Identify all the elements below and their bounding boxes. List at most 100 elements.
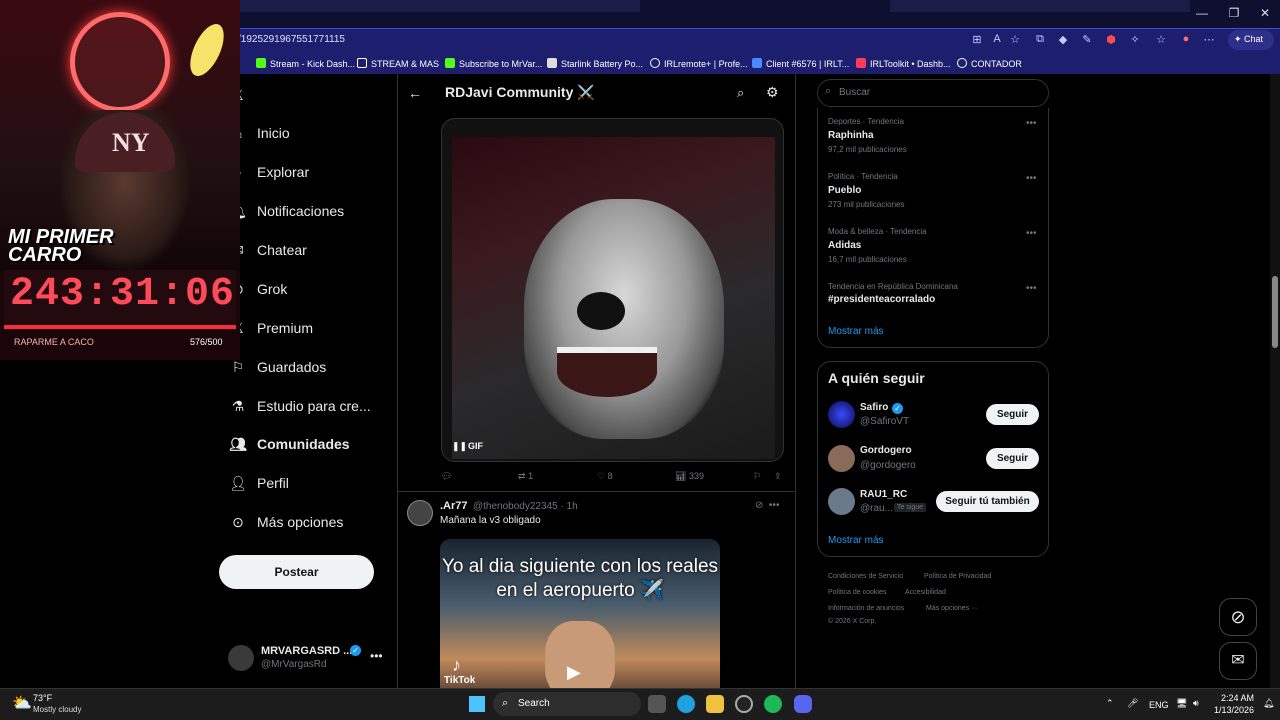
scrollbar-track[interactable] — [1270, 74, 1280, 688]
language-indicator[interactable]: ENG — [1149, 700, 1169, 710]
weather-cloud-icon[interactable]: ⛅ — [12, 693, 32, 713]
gear-icon[interactable]: ⚙ — [766, 84, 779, 101]
footer-link[interactable]: Información de anuncios — [828, 605, 904, 612]
trend-name[interactable]: Pueblo — [828, 185, 861, 196]
follow-handle[interactable]: @SafiroVT — [860, 416, 909, 427]
account-more-icon[interactable]: ••• — [370, 649, 383, 663]
weather-condition[interactable]: Mostly cloudy — [33, 705, 81, 714]
bookmark-item[interactable]: Client #6576 | IRLT... — [752, 58, 849, 69]
post-author-handle[interactable]: @thenobody22345 · 1h — [473, 501, 578, 512]
extensions-puzzle-icon[interactable]: ✧ — [1127, 33, 1143, 46]
nav-item-estudio[interactable]: ⚗ Estudio para cre... — [228, 398, 371, 415]
nav-item-comunidades[interactable]: 👥︎ Comunidades — [228, 436, 349, 453]
task-view-icon[interactable] — [648, 695, 666, 713]
favorites-icon[interactable]: ☆ — [1153, 33, 1169, 46]
favorite-star-icon[interactable]: ☆ — [1007, 33, 1023, 46]
profile-avatar-icon[interactable]: ● — [1178, 33, 1194, 45]
scrollbar-thumb[interactable] — [1272, 276, 1278, 348]
messages-floating-button[interactable]: ✉ — [1219, 642, 1257, 680]
trend-name[interactable]: #presidenteacorralado — [828, 294, 935, 305]
spotify-icon[interactable] — [764, 695, 782, 713]
footer-link[interactable]: Política de cookies — [828, 589, 886, 596]
address-bar[interactable] — [230, 28, 1280, 54]
footer-link[interactable]: Accesibilidad — [905, 589, 946, 596]
post-button[interactable]: Postear — [219, 555, 374, 589]
read-aloud-icon[interactable]: A — [989, 33, 1005, 45]
trend-name[interactable]: Raphinha — [828, 130, 874, 141]
close-window-button[interactable]: ✕ — [1250, 6, 1280, 20]
trend-more-icon[interactable]: ••• — [1026, 118, 1037, 129]
like-button[interactable]: ♡ 8 — [597, 471, 613, 482]
avatar[interactable] — [828, 445, 855, 472]
trend-more-icon[interactable]: ••• — [1026, 173, 1037, 184]
extension-diamond-icon[interactable]: ◆ — [1055, 33, 1071, 46]
footer-link[interactable]: Condiciones de Servicio — [828, 573, 903, 580]
post-more-icon[interactable]: ⊘ ••• — [755, 500, 779, 511]
nav-item-mas-opciones[interactable]: ⊙ Más opciones — [228, 514, 343, 531]
bookmark-post-button[interactable]: ⚐ — [753, 471, 761, 482]
post-gif-media[interactable] — [441, 118, 784, 462]
network-icon[interactable]: 🖥︎ — [1176, 698, 1187, 709]
extension-icon[interactable]: ⧉ — [1032, 33, 1048, 46]
obs-icon[interactable] — [735, 695, 753, 713]
follow-name[interactable]: RAU1_RC — [860, 489, 907, 500]
post-video-media[interactable]: Yo al dia siguiente con los reales en el… — [440, 539, 720, 689]
browser-menu-icon[interactable]: ⋯ — [1201, 33, 1217, 46]
follow-handle[interactable]: @rau... — [860, 503, 893, 514]
minimize-button[interactable]: — — [1187, 6, 1217, 20]
extension-pen-icon[interactable]: ✎ — [1079, 33, 1095, 46]
nav-item-perfil[interactable]: 👤︎ Perfil — [228, 475, 289, 492]
footer-link[interactable]: Más opciones ··· — [926, 605, 978, 612]
url-text[interactable]: /1925291967551771115 — [238, 34, 345, 45]
nav-item-guardados[interactable]: ⚐ Guardados — [228, 359, 327, 376]
bookmark-item[interactable]: Stream - Kick Dash... — [256, 58, 355, 69]
windows-start-icon[interactable] — [469, 696, 485, 712]
tray-overflow-icon[interactable]: ⌃ — [1106, 698, 1114, 709]
account-handle[interactable]: @MrVargasRd — [261, 659, 327, 670]
taskbar-search[interactable] — [493, 692, 641, 716]
back-arrow-icon[interactable]: ← — [408, 85, 422, 101]
avatar[interactable] — [828, 488, 855, 515]
bookmark-item[interactable]: Starlink Battery Po... — [547, 58, 643, 69]
post-author-name[interactable]: .Ar77 — [440, 500, 468, 512]
bookmark-item[interactable]: STREAM & MAS — [357, 58, 439, 69]
play-icon[interactable]: ▶ — [567, 662, 581, 683]
volume-icon[interactable]: 🔊︎ — [1193, 698, 1199, 709]
copilot-chat-button[interactable]: ✦ Chat — [1228, 30, 1274, 50]
account-avatar[interactable] — [228, 645, 254, 671]
follow-handle[interactable]: @gordogero — [860, 460, 916, 471]
follow-name[interactable]: Gordogero — [860, 445, 912, 456]
microphone-icon[interactable]: 🎤︎ — [1127, 698, 1138, 709]
reply-button[interactable]: 💬︎ — [441, 471, 452, 482]
clock-time[interactable]: 2:24 AM — [1221, 693, 1254, 703]
repost-button[interactable]: ⇄ 1 — [518, 471, 533, 482]
bookmark-item[interactable]: CONTADOR — [957, 58, 1022, 69]
extension-red-icon[interactable]: ⬢ — [1103, 33, 1119, 46]
trend-name[interactable]: Adidas — [828, 240, 861, 251]
follow-button[interactable]: Seguir — [986, 404, 1039, 425]
feed-search-icon[interactable]: ⌕ — [737, 85, 744, 101]
bookmark-item[interactable]: Subscribe to MrVar... — [445, 58, 542, 69]
clock-date[interactable]: 1/13/2026 — [1214, 705, 1254, 715]
trends-show-more-link[interactable]: Mostrar más — [828, 326, 884, 337]
post-author-avatar[interactable] — [407, 500, 433, 526]
footer-link[interactable]: Política de Privacidad — [924, 573, 991, 580]
weather-temp[interactable]: 73°F — [33, 693, 52, 703]
grok-floating-button[interactable]: ⊘ — [1219, 598, 1257, 636]
follow-button[interactable]: Seguir — [986, 448, 1039, 469]
account-name[interactable]: MRVARGASRD ... — [261, 645, 352, 657]
trend-more-icon[interactable]: ••• — [1026, 228, 1037, 239]
follow-name[interactable]: Safiro — [860, 402, 888, 413]
pause-icon[interactable]: ❚❚ — [452, 441, 467, 452]
notifications-icon[interactable]: 🔔︎ — [1263, 698, 1274, 709]
views-button[interactable]: 📊︎ 339 — [675, 471, 704, 482]
edge-browser-icon[interactable] — [677, 695, 695, 713]
nav-item-premium[interactable]: 𝕏Premium — [228, 320, 313, 337]
file-explorer-icon[interactable] — [706, 695, 724, 713]
nav-item-explorar[interactable]: ⌕Explorar — [228, 164, 309, 181]
share-button[interactable]: ⇪ — [774, 471, 782, 482]
maximize-button[interactable]: ❐ — [1219, 6, 1249, 20]
bookmark-item[interactable]: IRLremote+ | Profe... — [650, 58, 748, 69]
follow-back-button[interactable]: Seguir tú también — [936, 491, 1039, 512]
nav-item-notificaciones[interactable]: 🔔︎Notificaciones — [228, 203, 344, 220]
